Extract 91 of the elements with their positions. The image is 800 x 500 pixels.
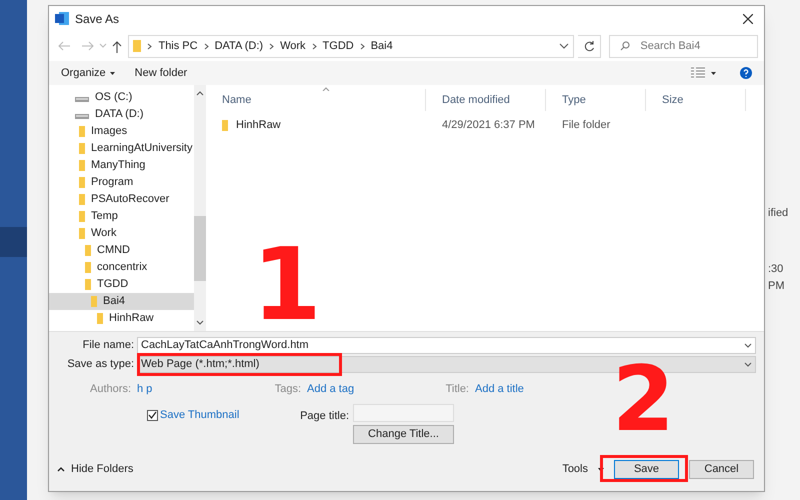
hide-folders-button[interactable]: Hide Folders — [57, 461, 134, 478]
tree-item[interactable]: HinhRaw — [49, 310, 194, 327]
search-field[interactable]: Search Bai4 — [609, 34, 758, 58]
tree-item[interactable]: Bai4 — [49, 293, 194, 310]
column-header[interactable]: Date modified — [426, 89, 546, 111]
background-text: :30 PM — [768, 262, 786, 294]
folder-icon — [79, 126, 85, 137]
folder-icon — [79, 194, 85, 205]
table-cell-text: HinhRaw — [236, 118, 281, 133]
tree-item[interactable]: ManyThing — [49, 157, 194, 174]
dropdown-caret-icon — [744, 362, 752, 367]
background-text: ified — [768, 206, 788, 221]
field-label: Title: — [444, 382, 470, 398]
tree-item[interactable]: DATA (D:) — [49, 106, 194, 123]
folder-icon — [97, 313, 103, 324]
table-cell-text: 4/29/2021 6:37 PM — [442, 118, 535, 133]
chevron-right-icon — [204, 42, 209, 50]
folder-icon — [91, 296, 97, 307]
folder-icon — [85, 262, 91, 273]
save-thumbnail-label[interactable]: Save Thumbnail — [160, 406, 240, 424]
column-header[interactable]: Name — [206, 89, 426, 111]
chevron-right-icon — [360, 42, 365, 50]
caret-icon — [110, 72, 115, 74]
tree-item[interactable]: Program — [49, 174, 194, 191]
breadcrumb-item[interactable]: DATA (D:) — [214, 38, 264, 54]
scroll-down-icon[interactable] — [196, 320, 204, 325]
address-bar[interactable]: This PC DATA (D:) Work TGDD Bai4 — [128, 34, 574, 58]
tree-item[interactable]: concentrix — [49, 259, 194, 276]
tree-item[interactable]: Work — [49, 225, 194, 242]
column-header[interactable]: Type — [546, 89, 646, 111]
tree-item[interactable]: OS (C:) — [49, 89, 194, 106]
change-title-button[interactable]: Change Title... — [353, 425, 454, 444]
tree-item[interactable]: Images — [49, 123, 194, 140]
refresh-button[interactable] — [578, 34, 602, 58]
field-label: Save as type: — [66, 357, 135, 372]
caret-icon[interactable] — [711, 72, 716, 74]
sidebar-selected-item — [0, 227, 27, 257]
dropdown-caret-icon — [558, 43, 569, 49]
field-label: File name: — [82, 338, 135, 354]
breadcrumb-item[interactable]: TGDD — [322, 38, 354, 54]
checkbox[interactable] — [147, 410, 158, 420]
search-icon — [620, 41, 630, 51]
chevron-right-icon — [312, 42, 317, 50]
tree-item[interactable]: PSAutoRecover — [49, 191, 194, 208]
tree-item[interactable]: LearningAtUniversity — [49, 140, 194, 157]
breadcrumb-item[interactable]: This PC — [158, 38, 198, 54]
add-title-link[interactable]: Add a title — [475, 381, 524, 398]
refresh-icon — [584, 40, 595, 52]
folder-icon — [85, 245, 91, 256]
folder-icon — [79, 211, 85, 222]
sort-caret-icon — [322, 87, 330, 91]
breadcrumb-item[interactable]: Work — [280, 38, 306, 54]
field-label: Tags: — [274, 382, 302, 398]
cancel-button[interactable]: Cancel — [689, 460, 754, 479]
chevron-right-icon — [147, 42, 152, 50]
help-icon[interactable] — [740, 67, 752, 79]
scrollbar-thumb[interactable] — [194, 216, 206, 281]
page-title-field[interactable] — [353, 404, 454, 422]
field-label: Authors: — [89, 382, 132, 398]
tools-menu[interactable]: Tools — [562, 461, 604, 478]
caret-icon — [598, 468, 604, 472]
tree-item[interactable]: CMND — [49, 242, 194, 259]
annotation-number: 1 — [252, 235, 322, 335]
folder-icon — [79, 160, 85, 171]
word-app-icon — [55, 12, 69, 25]
column-header[interactable]: Size — [646, 89, 746, 111]
add-tag-link[interactable]: Add a tag — [307, 381, 415, 398]
close-icon — [743, 14, 753, 24]
chevron-right-icon — [269, 42, 274, 50]
window-title: Save As — [75, 10, 120, 28]
folder-icon — [79, 143, 85, 154]
field-label: Page title: — [299, 409, 350, 422]
view-options-icon[interactable] — [691, 67, 705, 79]
scroll-up-icon[interactable] — [196, 91, 204, 96]
folder-icon — [85, 279, 91, 290]
dropdown-caret-icon — [744, 343, 752, 348]
chevron-up-icon — [57, 467, 65, 472]
folder-icon — [79, 228, 85, 239]
authors-link[interactable]: h p — [137, 381, 249, 398]
tree-item[interactable]: TGDD — [49, 276, 194, 293]
folder-icon — [133, 40, 142, 52]
breadcrumb-item[interactable]: Bai4 — [370, 38, 393, 54]
up-arrow-icon[interactable] — [110, 40, 122, 52]
tree-item[interactable]: Temp — [49, 208, 194, 225]
new-folder-button[interactable]: New folder — [134, 64, 188, 82]
table-cell-text: File folder — [562, 118, 610, 133]
file-name-field[interactable]: CachLayTatCaAnhTrongWord.htm — [137, 337, 756, 354]
folder-icon — [222, 120, 228, 130]
organize-menu[interactable]: Organize — [61, 64, 115, 82]
save-button[interactable]: Save — [614, 460, 679, 479]
folder-icon — [79, 177, 85, 188]
